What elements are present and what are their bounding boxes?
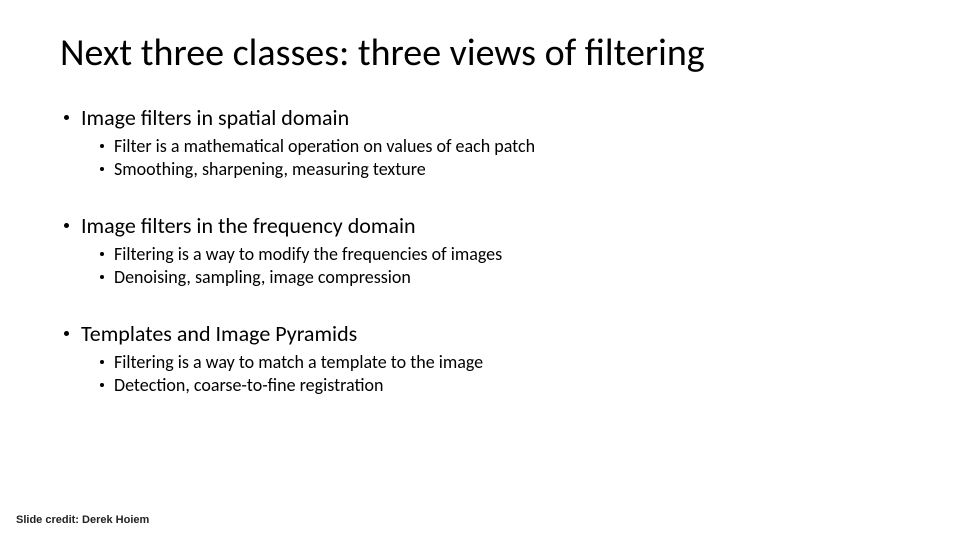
bullet-dot-icon [64, 115, 69, 120]
bullet-dot-icon [64, 331, 69, 336]
bullet-text: Detection, coarse-to-fine registration [114, 374, 383, 397]
bullet-dot-icon [100, 383, 104, 387]
slide: Next three classes: three views of filte… [0, 0, 960, 540]
bullet-l2: Smoothing, sharpening, measuring texture [100, 158, 910, 181]
section-heading: Image filters in the frequency domain [81, 212, 416, 239]
bullet-l2: Filter is a mathematical operation on va… [100, 135, 910, 158]
section-frequency: Image filters in the frequency domain Fi… [64, 212, 910, 290]
slide-credit: Slide credit: Derek Hoiem [16, 514, 149, 526]
bullet-l2: Filtering is a way to match a template t… [100, 351, 910, 374]
bullet-l2: Denoising, sampling, image compression [100, 266, 910, 289]
bullet-text: Filtering is a way to match a template t… [114, 351, 483, 374]
bullet-text: Denoising, sampling, image compression [114, 266, 411, 289]
bullet-l2: Filtering is a way to modify the frequen… [100, 243, 910, 266]
section-heading: Templates and Image Pyramids [81, 320, 357, 347]
bullet-dot-icon [100, 252, 104, 256]
bullet-l1: Image filters in spatial domain [64, 104, 910, 131]
bullet-text: Smoothing, sharpening, measuring texture [114, 158, 426, 181]
bullet-text: Filter is a mathematical operation on va… [114, 135, 535, 158]
section-heading: Image filters in spatial domain [81, 104, 349, 131]
slide-content: Image filters in spatial domain Filter i… [50, 104, 910, 397]
bullet-dot-icon [64, 223, 69, 228]
bullet-l2: Detection, coarse-to-fine registration [100, 374, 910, 397]
slide-title: Next three classes: three views of filte… [60, 30, 910, 76]
bullet-dot-icon [100, 360, 104, 364]
bullet-dot-icon [100, 144, 104, 148]
section-spatial: Image filters in spatial domain Filter i… [64, 104, 910, 182]
bullet-dot-icon [100, 275, 104, 279]
bullet-text: Filtering is a way to modify the frequen… [114, 243, 502, 266]
bullet-l1: Templates and Image Pyramids [64, 320, 910, 347]
bullet-l1: Image filters in the frequency domain [64, 212, 910, 239]
bullet-dot-icon [100, 167, 104, 171]
section-templates: Templates and Image Pyramids Filtering i… [64, 320, 910, 398]
